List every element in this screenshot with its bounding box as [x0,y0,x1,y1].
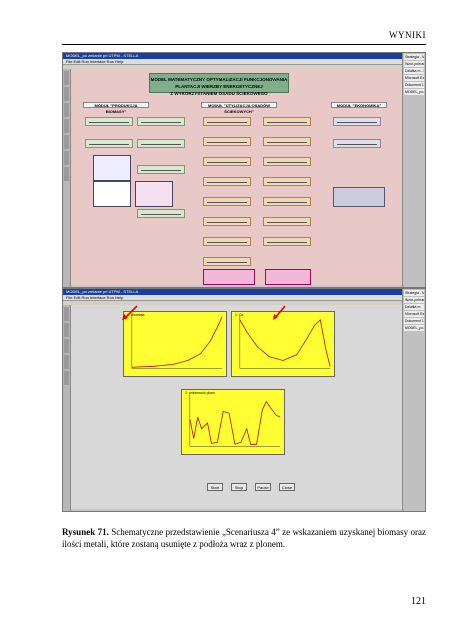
slider[interactable] [137,139,185,148]
mini-graph [135,181,173,207]
graph-yield-plot [189,393,281,447]
slider[interactable] [333,117,381,126]
slider[interactable] [137,117,185,126]
graph-yield-title: 1: zmienność plonu [185,391,216,395]
slider[interactable] [203,117,251,126]
screenshot-model-interface: MODEL_po zmianie pri UTPM - STELLA File … [62,52,426,288]
start-button[interactable]: Start [207,483,223,491]
slider[interactable] [263,157,311,166]
module-biomass-header: MODUŁ "PRODUKCJA BIOMASY" [83,102,149,114]
module-sludge-header: MODUŁ "UTYLIZACJA OSADÓW ŚCIEKOWYCH" [201,102,277,114]
numeric-display [203,269,255,285]
slider[interactable] [263,197,311,206]
pause-button[interactable]: Pause [255,483,271,491]
slider[interactable] [263,117,311,126]
graph-yield-variability: 1: zmienność plonu [181,389,285,455]
caption-text: Schematyczne przedstawienie „Scenariusza… [62,527,427,549]
slider[interactable] [203,217,251,226]
screenshot-simulation-graphs: MODEL_po zmianie pri UTPM - STELLA File … [62,288,426,512]
numeric-display [333,187,385,207]
taskbar-panel: Strategia - Mic Wzór-pobranie Działka m … [402,289,425,511]
red-arrow-icon [273,305,286,320]
section-header: WYNIKI [389,30,426,40]
numeric-display [265,269,311,285]
taskbar-item[interactable]: Strategia - Mic [404,290,424,296]
model-banner: MODEL MATEMATYCZNY OPTYMALIZACJI FUNKCJO… [149,73,289,96]
slider[interactable] [263,137,311,146]
slider[interactable] [203,137,251,146]
model-canvas: MODEL MATEMATYCZNY OPTYMALIZACJI FUNKCJO… [71,69,402,285]
mini-graph [93,181,131,207]
slider[interactable] [263,237,311,246]
taskbar-item[interactable]: Strategia - Mic [404,54,424,60]
slider[interactable] [263,177,311,186]
taskbar-item[interactable]: Dokument 1 [404,318,424,324]
taskbar-panel: Strategia - Mic Wzór-pobranie Działka m … [402,53,425,287]
taskbar-item[interactable]: Działka m - Dok [404,68,424,74]
slider[interactable] [263,217,311,226]
page-number: 121 [411,596,426,607]
red-arrow-icon [122,305,138,320]
slider[interactable] [203,257,251,266]
slider[interactable] [137,209,185,218]
graph-cd-title: 1: Cd [235,313,244,317]
stop-button[interactable]: Stop [231,483,247,491]
slider[interactable] [203,157,251,166]
slider[interactable] [203,197,251,206]
graph-cd-plot [239,315,331,369]
module-economics-header: MODUŁ "EKONOMIKA" [331,102,387,108]
navigation-strip [63,305,71,511]
taskbar-item[interactable]: Microsoft Ex [404,75,424,81]
slider[interactable] [203,177,251,186]
close-button[interactable]: Close [279,483,295,491]
taskbar-item[interactable]: MODEL_po... [404,89,424,95]
graph-canvas: 1: Biomasa 1: Cd 1: zmienność plonu Star… [71,305,402,509]
taskbar-item[interactable]: Wzór-pobranie [404,61,424,67]
mini-graph [93,155,131,181]
slider[interactable] [203,237,251,246]
header-rule [62,44,426,45]
taskbar-item[interactable]: Microsoft Ex [404,311,424,317]
caption-label: Rysunek 71. [62,527,109,537]
slider[interactable] [85,139,133,148]
taskbar-item[interactable]: Wzór-pobranie [404,297,424,303]
slider[interactable] [333,139,381,148]
banner-line-2: Z WYKORZYSTANIEM OSADU ŚCIEKOWEGO [170,91,268,96]
figure-caption: Rysunek 71. Schematyczne przedstawienie … [62,526,426,550]
slider[interactable] [137,165,185,174]
navigation-strip [63,69,71,287]
taskbar-item[interactable]: Dokument 1 [404,82,424,88]
slider[interactable] [85,117,133,126]
graph-biomass-plot [131,315,223,369]
banner-line-1: MODEL MATEMATYCZNY OPTYMALIZACJI FUNKCJO… [150,77,288,89]
taskbar-item[interactable]: Działka m [404,304,424,310]
taskbar-item[interactable]: MODEL_po... [404,325,424,331]
